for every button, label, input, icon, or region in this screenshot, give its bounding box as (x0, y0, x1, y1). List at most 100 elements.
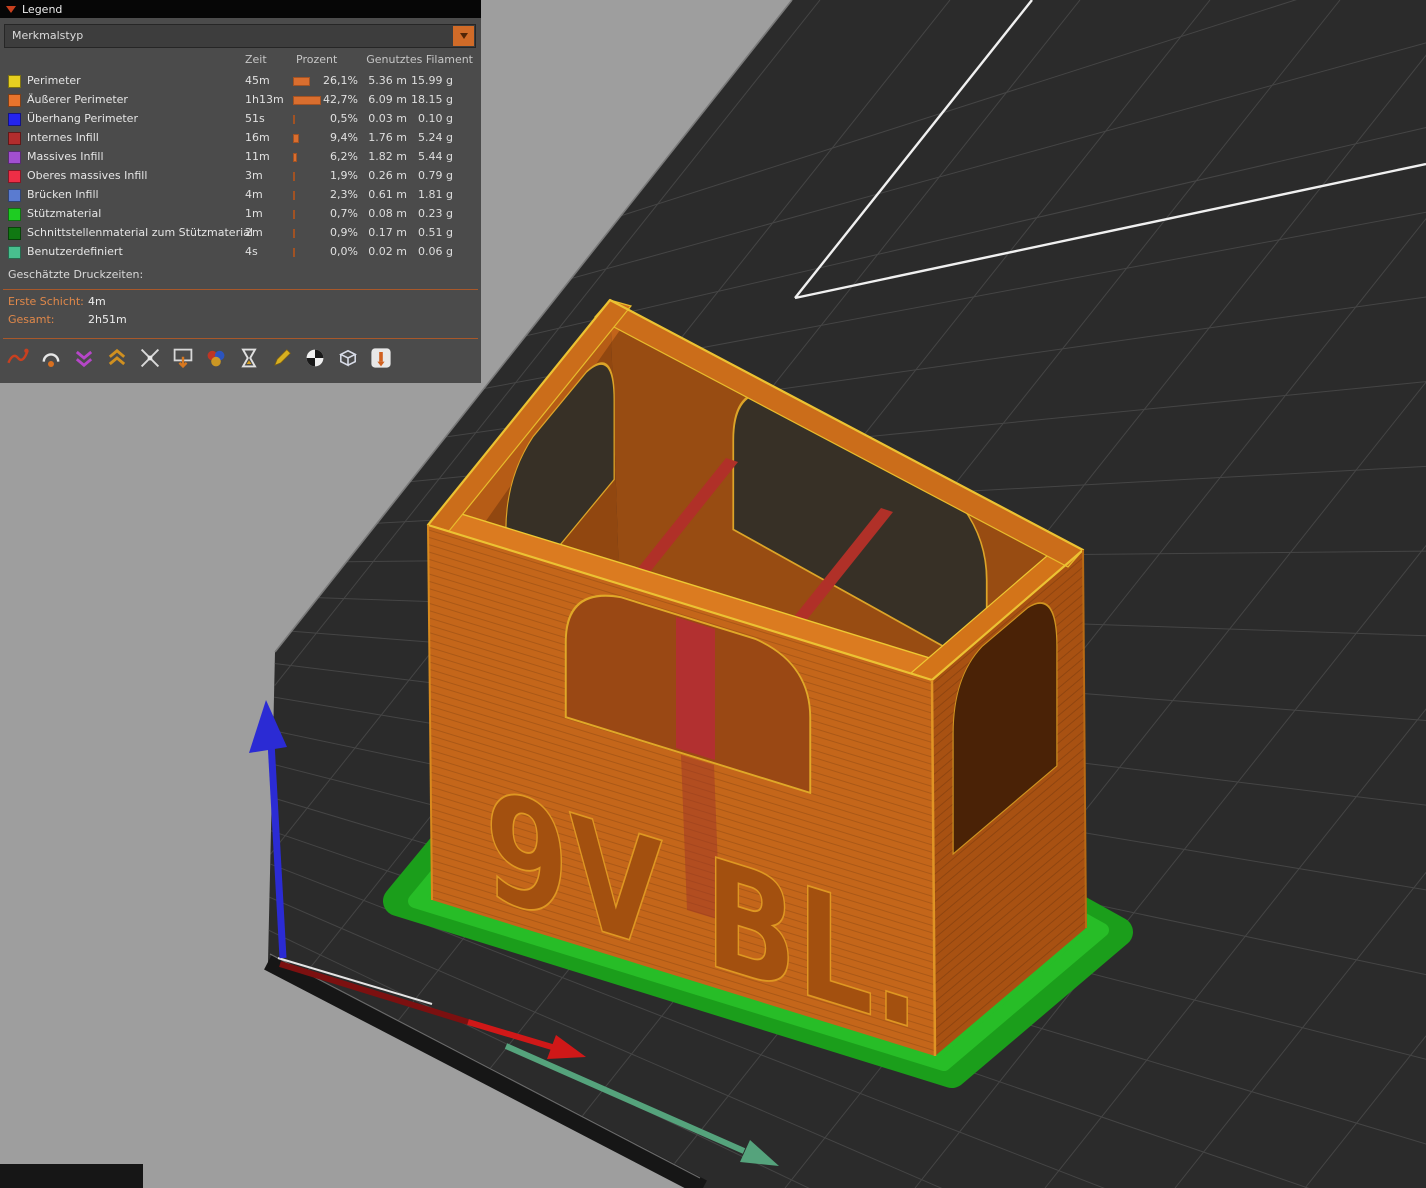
feature-time: 1h13m (245, 93, 284, 106)
total-time-label: Gesamt: (8, 313, 55, 326)
dropdown-arrow-button[interactable] (453, 26, 474, 46)
travel-icon[interactable] (6, 346, 30, 370)
feature-percent-bar (293, 115, 295, 124)
feature-row[interactable]: Überhang Perimeter 51s 0,5% 0.03 m 0.10 … (0, 110, 481, 129)
feature-label: Überhang Perimeter (27, 112, 138, 125)
feature-label: Schnittstellenmaterial zum Stützmaterial (27, 226, 253, 239)
infill-through-front-opening (676, 617, 715, 760)
feature-percent-bar (293, 77, 310, 86)
feature-row[interactable]: Internes Infill 16m 9,4% 1.76 m 5.24 g (0, 129, 481, 148)
feature-grams: 15.99 g (411, 74, 453, 87)
feature-percent: 42,7% (323, 93, 358, 106)
tool-marker-icon[interactable] (336, 346, 360, 370)
feature-time: 4m (245, 188, 263, 201)
collapse-triangle-icon[interactable] (6, 5, 16, 13)
feature-color-swatch (8, 75, 21, 88)
feature-grams: 5.24 g (418, 131, 453, 144)
first-layer-label: Erste Schicht: (8, 295, 84, 308)
feature-grams: 18.15 g (411, 93, 453, 106)
feature-row[interactable]: Oberes massives Infill 3m 1,9% 0.26 m 0.… (0, 167, 481, 186)
feature-percent-bar (293, 191, 295, 200)
column-header-time: Zeit (245, 53, 267, 66)
separator (3, 289, 478, 290)
feature-grams: 0.79 g (418, 169, 453, 182)
feature-color-swatch (8, 94, 21, 107)
feature-percent: 6,2% (330, 150, 358, 163)
feature-color-swatch (8, 208, 21, 221)
feature-color-swatch (8, 151, 21, 164)
feature-time: 3m (245, 169, 263, 182)
feature-row[interactable]: Schnittstellenmaterial zum Stützmaterial… (0, 224, 481, 243)
feature-percent-bar (293, 172, 295, 181)
feature-label: Benutzerdefiniert (27, 245, 123, 258)
feature-percent: 0,5% (330, 112, 358, 125)
feature-label: Oberes massives Infill (27, 169, 148, 182)
feature-color-swatch (8, 113, 21, 126)
deretractions-icon[interactable] (105, 346, 129, 370)
column-header-filament: Genutztes Filament (366, 53, 473, 66)
feature-percent: 0,7% (330, 207, 358, 220)
feature-label: Internes Infill (27, 131, 99, 144)
feature-meters: 6.09 m (368, 93, 407, 106)
legend-title: Legend (22, 2, 63, 16)
feature-grams: 0.06 g (418, 245, 453, 258)
feature-meters: 1.82 m (368, 150, 407, 163)
feature-row[interactable]: Perimeter 45m 26,1% 5.36 m 15.99 g (0, 72, 481, 91)
pause-prints-icon[interactable] (237, 346, 261, 370)
feature-row[interactable]: Benutzerdefiniert 4s 0,0% 0.02 m 0.06 g (0, 243, 481, 262)
seams-icon[interactable] (138, 346, 162, 370)
feature-color-swatch (8, 227, 21, 240)
shells-icon[interactable] (303, 346, 327, 370)
feature-percent-bar (293, 210, 295, 219)
feature-color-swatch (8, 189, 21, 202)
feature-meters: 1.76 m (368, 131, 407, 144)
legend-titlebar: Legend (0, 0, 481, 18)
print-times-heading: Geschätzte Druckzeiten: (8, 268, 144, 281)
feature-percent-bar (293, 134, 299, 143)
feature-grams: 1.81 g (418, 188, 453, 201)
feature-percent: 26,1% (323, 74, 358, 87)
feature-percent: 0,9% (330, 226, 358, 239)
wipe-icon[interactable] (39, 346, 63, 370)
feature-color-swatch (8, 132, 21, 145)
item-marker-icon[interactable] (369, 346, 393, 370)
feature-time: 45m (245, 74, 270, 87)
retractions-icon[interactable] (72, 346, 96, 370)
feature-label: Massives Infill (27, 150, 104, 163)
feature-meters: 0.61 m (368, 188, 407, 201)
feature-grams: 0.23 g (418, 207, 453, 220)
feature-percent: 0,0% (330, 245, 358, 258)
total-time-value: 2h51m (88, 313, 127, 326)
feature-time: 4s (245, 245, 258, 258)
legend-icon-toolbar (6, 346, 393, 370)
feature-grams: 0.10 g (418, 112, 453, 125)
tool-changes-icon[interactable] (171, 346, 195, 370)
feature-table: Perimeter 45m 26,1% 5.36 m 15.99 g Äußer… (0, 72, 481, 262)
feature-percent: 1,9% (330, 169, 358, 182)
feature-time: 11m (245, 150, 270, 163)
feature-percent: 9,4% (330, 131, 358, 144)
color-changes-icon[interactable] (204, 346, 228, 370)
view-type-dropdown[interactable]: Merkmalstyp (4, 24, 476, 48)
feature-row[interactable]: Massives Infill 11m 6,2% 1.82 m 5.44 g (0, 148, 481, 167)
feature-percent: 2,3% (330, 188, 358, 201)
feature-row[interactable]: Brücken Infill 4m 2,3% 0.61 m 1.81 g (0, 186, 481, 205)
custom-gcode-icon[interactable] (270, 346, 294, 370)
feature-time: 2m (245, 226, 263, 239)
separator (3, 338, 478, 339)
feature-meters: 5.36 m (368, 74, 407, 87)
feature-time: 16m (245, 131, 270, 144)
feature-grams: 0.51 g (418, 226, 453, 239)
feature-meters: 0.26 m (368, 169, 407, 182)
feature-row[interactable]: Stützmaterial 1m 0,7% 0.08 m 0.23 g (0, 205, 481, 224)
feature-time: 1m (245, 207, 263, 220)
legend-panel: Legend Merkmalstyp Zeit Prozent Genutzte… (0, 0, 481, 383)
feature-time: 51s (245, 112, 265, 125)
feature-label: Brücken Infill (27, 188, 99, 201)
collapsed-panel[interactable] (0, 1164, 143, 1188)
feature-row[interactable]: Äußerer Perimeter 1h13m 42,7% 6.09 m 18.… (0, 91, 481, 110)
feature-label: Äußerer Perimeter (27, 93, 128, 106)
feature-meters: 0.08 m (368, 207, 407, 220)
feature-percent-bar (293, 153, 297, 162)
feature-grams: 5.44 g (418, 150, 453, 163)
